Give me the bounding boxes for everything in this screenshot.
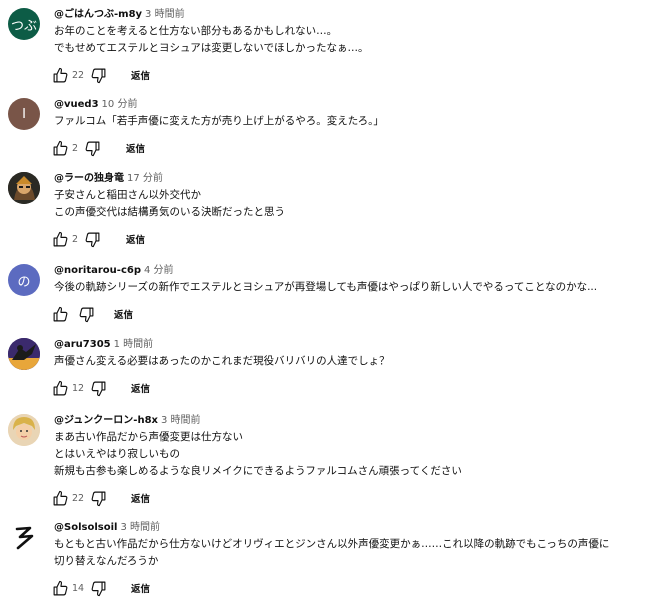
- comment-list: つぶ @ごはんつぶ-m8y 3 時間前 お年のことを考えると仕方ない部分もあるかも…: [0, 0, 650, 601]
- thumb-up-icon: [53, 140, 68, 155]
- thumb-down-icon: [79, 307, 94, 322]
- author-handle[interactable]: @ラーの独身竜: [54, 173, 124, 184]
- comment-line: 子安さんと稲田さん以外交代か: [54, 189, 201, 201]
- comment-line: 切り替えなんだろうか: [54, 555, 159, 567]
- avatar[interactable]: [8, 521, 40, 553]
- comment-line: お年のことを考えると仕方ない部分もあるかもしれない…。: [54, 25, 338, 37]
- author-handle[interactable]: @Solsolsoil: [54, 522, 117, 533]
- reply-button[interactable]: 返信: [131, 579, 150, 597]
- comment-time[interactable]: 4 分前: [144, 265, 174, 276]
- reply-button[interactable]: 返信: [131, 66, 150, 84]
- comment-actions: 14 返信: [52, 579, 644, 599]
- avatar-text: I: [22, 106, 26, 122]
- dislike-button[interactable]: [90, 579, 107, 597]
- avatar-image-icon: [8, 338, 40, 370]
- dislike-button[interactable]: [90, 66, 107, 84]
- comment-time[interactable]: 3 時間前: [145, 9, 185, 20]
- comment-line: とはいえやはり寂しいもの: [54, 448, 180, 460]
- author-handle[interactable]: @noritarou-c6p: [54, 265, 141, 276]
- comment-text: 声優さん変える必要はあったのかこれまだ現役バリバリの人達でしょ？: [54, 353, 644, 370]
- avatar[interactable]: の: [8, 264, 40, 296]
- thumb-up-icon: [53, 231, 68, 246]
- comment-text: お年のことを考えると仕方ない部分もあるかもしれない…。 でもせめてエステルとヨシ…: [54, 23, 644, 57]
- like-button[interactable]: [52, 579, 69, 597]
- comment-text: もともと古い作品だから仕方ないけどオリヴィエとジンさん以外声優変更かぁ……これ以…: [54, 536, 644, 570]
- avatar-image-icon: [8, 414, 40, 446]
- author-handle[interactable]: @vued3: [54, 99, 99, 110]
- thumb-down-icon: [91, 581, 106, 596]
- like-button[interactable]: [52, 489, 69, 507]
- thumb-up-icon: [53, 490, 68, 505]
- thumb-up-icon: [53, 580, 68, 595]
- thumb-up-icon: [53, 67, 68, 82]
- like-count: 2: [72, 142, 79, 154]
- dislike-button[interactable]: [84, 139, 101, 157]
- comment-time[interactable]: 17 分前: [127, 173, 163, 184]
- comment-actions: 2 返信: [52, 230, 644, 250]
- dislike-button[interactable]: [90, 379, 107, 397]
- comment-line: 新規も古参も楽しめるような良リメイクにできるようファルコムさん頑張ってください: [54, 465, 462, 477]
- comment-line: でもせめてエステルとヨシュアは変更しないでほしかったなぁ…。: [54, 42, 369, 54]
- comment-actions: 12 返信: [52, 379, 644, 399]
- reply-button[interactable]: 返信: [126, 230, 145, 248]
- like-button[interactable]: [52, 305, 69, 323]
- author-handle[interactable]: @ジュンクーロン-h8x: [54, 415, 158, 426]
- comment-line: この声優交代は結構勇気のいる決断だったと思う: [54, 206, 285, 218]
- comment-time[interactable]: 3 時間前: [120, 522, 160, 533]
- thumb-down-icon: [85, 141, 100, 156]
- like-count: 22: [72, 69, 85, 81]
- comment-text: 子安さんと稲田さん以外交代か この声優交代は結構勇気のいる決断だったと思う: [54, 187, 644, 221]
- thumb-down-icon: [91, 68, 106, 83]
- like-count: 14: [72, 582, 85, 594]
- thumb-up-icon: [53, 306, 68, 321]
- reply-button[interactable]: 返信: [131, 379, 150, 397]
- comment-actions: 22 返信: [52, 489, 644, 509]
- avatar-text: の: [17, 274, 31, 290]
- dislike-button[interactable]: [90, 489, 107, 507]
- comment-line: ファルコム「若手声優に変えた方が売り上げ上がるやろ。変えたろ。」: [54, 115, 384, 127]
- like-count: 12: [72, 382, 85, 394]
- like-button[interactable]: [52, 139, 69, 157]
- avatar[interactable]: I: [8, 98, 40, 130]
- comment-line: 今後の軌跡シリーズの新作でエステルとヨシュアが再登場しても声優はやっぱり新しい人…: [54, 281, 598, 293]
- reply-button[interactable]: 返信: [126, 139, 145, 157]
- dislike-button[interactable]: [78, 305, 95, 323]
- thumb-down-icon: [85, 232, 100, 247]
- comment-actions: 返信: [52, 305, 644, 325]
- comment-line: 声優さん変える必要はあったのかこれまだ現役バリバリの人達でしょ？: [54, 355, 390, 367]
- author-handle[interactable]: @aru7305: [54, 339, 111, 350]
- comment-time[interactable]: 3 時間前: [161, 415, 201, 426]
- avatar[interactable]: [8, 414, 40, 446]
- dislike-button[interactable]: [84, 230, 101, 248]
- comment-text: 今後の軌跡シリーズの新作でエステルとヨシュアが再登場しても声優はやっぱり新しい人…: [54, 279, 644, 296]
- comment-line: まあ古い作品だから声優変更は仕方ない: [54, 431, 243, 443]
- reply-button[interactable]: 返信: [131, 489, 150, 507]
- like-count: 22: [72, 492, 85, 504]
- like-count: 2: [72, 233, 79, 245]
- avatar-text: つぶ: [10, 18, 37, 34]
- avatar[interactable]: [8, 338, 40, 370]
- thumb-down-icon: [91, 491, 106, 506]
- comment-time[interactable]: 10 分前: [102, 99, 138, 110]
- avatar-image-icon: [8, 172, 40, 204]
- avatar[interactable]: [8, 172, 40, 204]
- like-button[interactable]: [52, 66, 69, 84]
- author-handle[interactable]: @ごはんつぶ-m8y: [54, 9, 142, 20]
- thumb-down-icon: [91, 381, 106, 396]
- comment-actions: 22 返信: [52, 66, 644, 86]
- comment-text: まあ古い作品だから声優変更は仕方ない とはいえやはり寂しいもの 新規も古参も楽し…: [54, 429, 644, 480]
- thumb-up-icon: [53, 380, 68, 395]
- like-button[interactable]: [52, 230, 69, 248]
- reply-button[interactable]: 返信: [114, 305, 133, 323]
- avatar-image-icon: [8, 521, 40, 553]
- avatar[interactable]: つぶ: [8, 8, 40, 40]
- like-button[interactable]: [52, 379, 69, 397]
- comment-text: ファルコム「若手声優に変えた方が売り上げ上がるやろ。変えたろ。」: [54, 113, 644, 130]
- comment-time[interactable]: 1 時間前: [114, 339, 154, 350]
- comment-line: もともと古い作品だから仕方ないけどオリヴィエとジンさん以外声優変更かぁ……これ以…: [54, 538, 610, 550]
- comment-actions: 2 返信: [52, 139, 644, 159]
